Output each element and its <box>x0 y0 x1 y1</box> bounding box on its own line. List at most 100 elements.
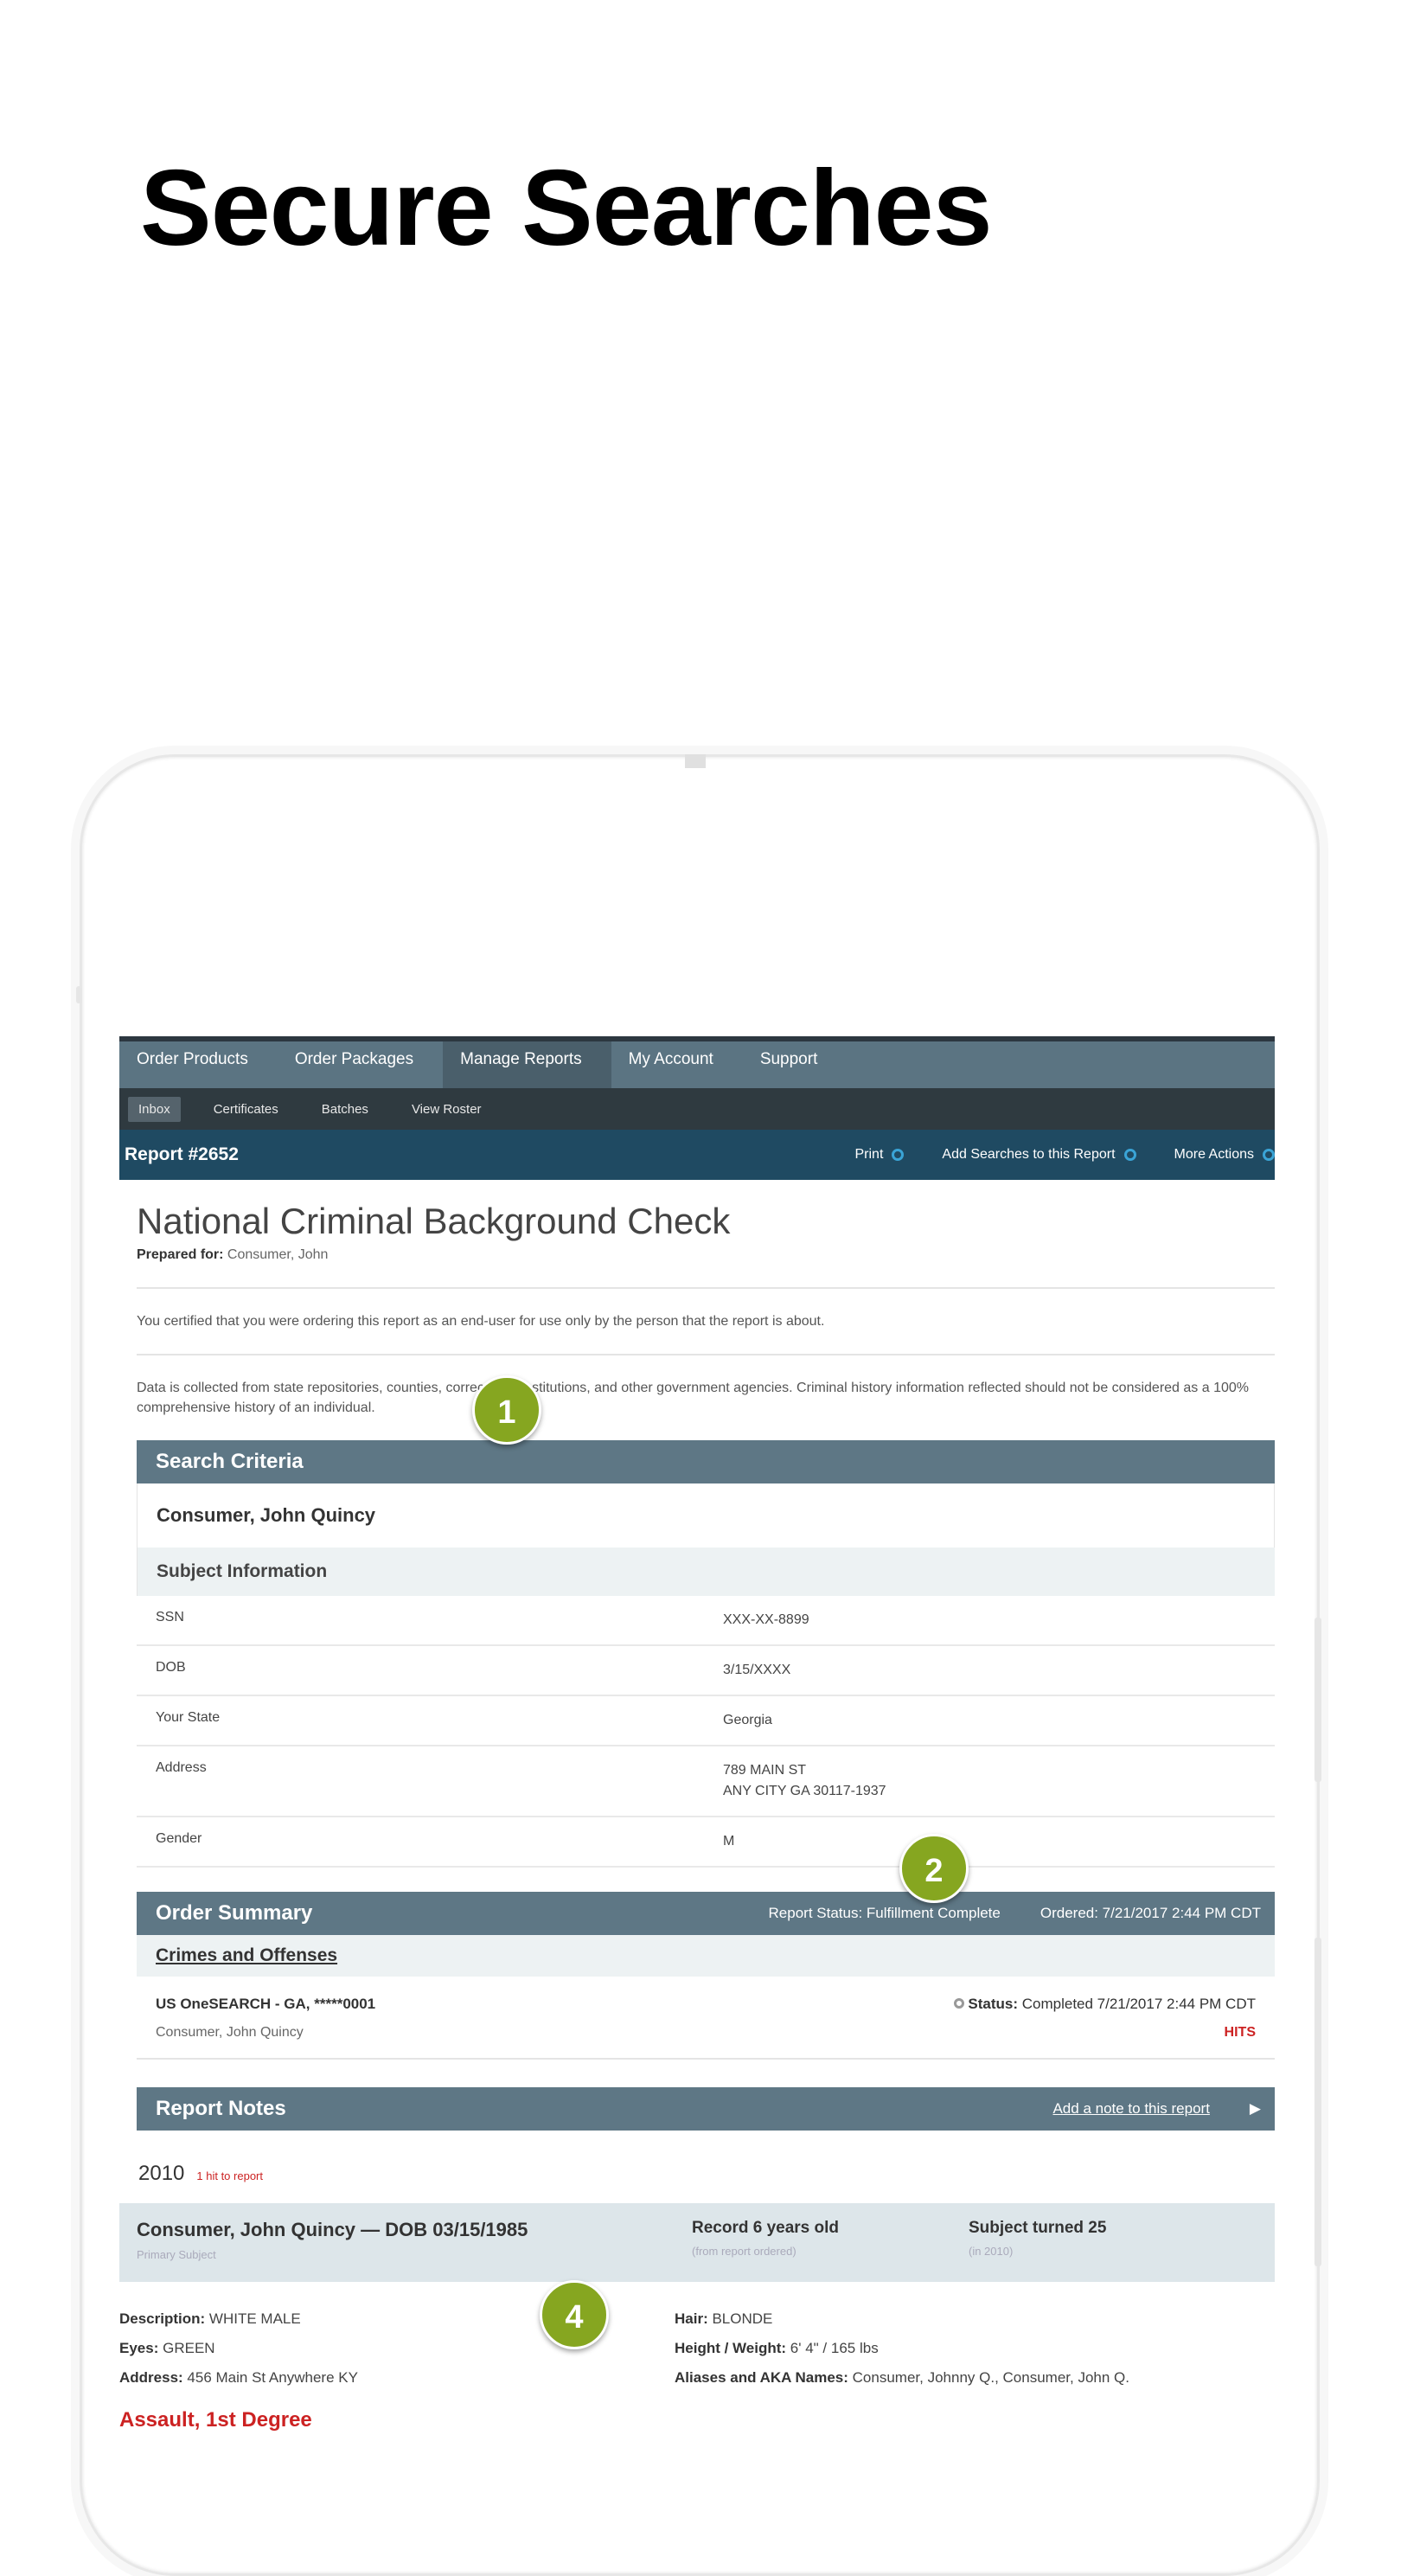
info-label: Your State <box>156 1710 221 1725</box>
data-note: Data is collected from state repositorie… <box>137 1381 1249 1415</box>
report-heading: National Criminal Background Check <box>137 1201 731 1241</box>
subtab-certificates[interactable]: Certificates <box>203 1097 289 1122</box>
record-turned: Subject turned 25 (in 2010) <box>969 2219 1245 2261</box>
info-label: DOB <box>156 1660 186 1675</box>
add-searches-button[interactable]: Add Searches to this Report <box>942 1147 1136 1163</box>
record-title: Consumer, John Quincy — DOB 03/15/1985 <box>137 2219 528 2240</box>
prepared-value: Consumer, John <box>227 1247 329 1262</box>
search-criteria-header: Search Criteria <box>137 1440 1275 1483</box>
order-row-sub: Consumer, John Quincy HITS <box>137 2022 1275 2060</box>
detail-value: BLONDE <box>712 2310 773 2327</box>
detail-label: Height / Weight: <box>675 2340 787 2356</box>
report-status: Report Status: Fulfillment Complete <box>768 1905 1001 1921</box>
record-subtitle: Primary Subject <box>137 2248 216 2261</box>
sub-nav: Inbox Certificates Batches View Roster <box>119 1088 1275 1130</box>
subtab-inbox[interactable]: Inbox <box>128 1096 181 1122</box>
print-button[interactable]: Print <box>855 1147 905 1163</box>
detail-address: Address: 456 Main St Anywhere KY <box>119 2363 675 2393</box>
info-row: Gender M <box>137 1817 1275 1868</box>
print-icon <box>892 1149 905 1161</box>
order-summary-title: Order Summary <box>156 1901 313 1925</box>
subtab-batches[interactable]: Batches <box>311 1097 379 1122</box>
hits-badge[interactable]: HITS <box>1225 2025 1256 2041</box>
detail-label: Hair: <box>675 2310 708 2327</box>
top-nav: Order Products Order Packages Manage Rep… <box>119 1036 1275 1088</box>
callout-badge: 4 <box>540 2280 609 2349</box>
record-details: Description: WHITE MALE Eyes: GREEN Addr… <box>119 2282 1275 2393</box>
info-value: M <box>723 1834 735 1849</box>
info-row: Address 789 MAIN ST ANY CITY GA 30117-193… <box>137 1746 1275 1817</box>
status-value: Completed 7/21/2017 2:44 PM CDT <box>1021 1996 1256 2012</box>
report-actions: Print Add Searches to this Report More A… <box>855 1147 1275 1163</box>
info-label: Address <box>156 1760 207 1775</box>
detail-label: Eyes: <box>119 2340 159 2356</box>
record-age-title: Record 6 years old <box>692 2219 840 2237</box>
order-row: US OneSEARCH - GA, *****0001 Status: Com… <box>137 1977 1275 2022</box>
info-row: Your State Georgia <box>137 1696 1275 1746</box>
phone-side-button <box>1315 1618 1321 1782</box>
subject-info-header: Subject Information <box>137 1548 1275 1596</box>
more-actions-button[interactable]: More Actions <box>1174 1147 1275 1163</box>
info-value: 3/15/XXXX <box>723 1663 791 1677</box>
prepared-label: Prepared for: <box>137 1247 224 1262</box>
add-searches-label: Add Searches to this Report <box>942 1147 1116 1162</box>
detail-label: Aliases and AKA Names: <box>675 2369 848 2386</box>
record-subject: Consumer, John Quincy — DOB 03/15/1985 Pr… <box>137 2219 692 2261</box>
callout-badge: 2 <box>899 1834 969 1903</box>
phone-side-button <box>1315 1938 1321 2266</box>
record-age: Record 6 years old (from report ordered) <box>692 2219 969 2261</box>
crimes-link[interactable]: Crimes and Offenses <box>156 1945 337 1965</box>
record-turned-title: Subject turned 25 <box>969 2219 1107 2237</box>
subtab-view-roster[interactable]: View Roster <box>401 1097 492 1122</box>
ordered-date: Ordered: 7/21/2017 2:44 PM CDT <box>1040 1905 1261 1921</box>
detail-value: GREEN <box>163 2340 215 2356</box>
search-status: Status: Completed 7/21/2017 2:44 PM CDT <box>953 1996 1256 2013</box>
info-label: Gender <box>156 1831 202 1846</box>
year-hits: 1 hit to report <box>196 2169 263 2182</box>
detail-aliases: Aliases and AKA Names: Consumer, Johnny … <box>675 2363 1263 2393</box>
detail-height-weight: Height / Weight: 6' 4" / 165 lbs <box>675 2334 1263 2363</box>
tab-support[interactable]: Support <box>743 1041 848 1088</box>
search-name: US OneSEARCH - GA, *****0001 <box>156 1996 376 2012</box>
plus-circle-icon <box>1123 1149 1136 1161</box>
report-notes-header: Report Notes Add a note to this report ▶ <box>137 2087 1275 2131</box>
chevron-right-icon: ▶ <box>1249 2100 1261 2117</box>
status-icon <box>953 1998 964 2009</box>
certification-note: You certified that you were ordering thi… <box>137 1289 1275 1355</box>
print-label: Print <box>854 1147 884 1162</box>
add-note-link[interactable]: Add a note to this report <box>1052 2087 1209 2131</box>
detail-value: Consumer, Johnny Q., Consumer, John Q. <box>852 2369 1129 2386</box>
year-label: 2010 <box>138 2162 185 2185</box>
offense-title[interactable]: Assault, 1st Degree <box>119 2393 1275 2432</box>
tab-my-account[interactable]: My Account <box>611 1041 743 1088</box>
details-right: Hair: BLONDE Height / Weight: 6' 4" / 16… <box>675 2304 1263 2393</box>
info-value: 789 MAIN ST ANY CITY GA 30117-1937 <box>723 1763 886 1798</box>
tab-order-products[interactable]: Order Products <box>119 1041 278 1088</box>
search-criteria-title: Search Criteria <box>156 1450 304 1473</box>
prepared-for: Prepared for: Consumer, John <box>137 1247 1275 1263</box>
info-row: SSN XXX-XX-8899 <box>137 1596 1275 1646</box>
year-group: 2010 1 hit to report <box>137 2131 1275 2203</box>
crimes-header: Crimes and Offenses <box>137 1935 1275 1977</box>
phone-side-button <box>76 986 81 1003</box>
record-turned-sub: (in 2010) <box>969 2245 1014 2258</box>
detail-value: WHITE MALE <box>208 2310 301 2327</box>
app-screen: Order Products Order Packages Manage Rep… <box>119 1036 1275 2507</box>
record-age-sub: (from report ordered) <box>692 2245 796 2258</box>
detail-value: 456 Main St Anywhere KY <box>187 2369 358 2386</box>
tab-manage-reports[interactable]: Manage Reports <box>443 1041 611 1088</box>
tab-order-packages[interactable]: Order Packages <box>278 1041 443 1088</box>
chevron-circle-icon <box>1263 1149 1275 1161</box>
order-subject: Consumer, John Quincy <box>156 2025 304 2040</box>
info-value: Georgia <box>723 1713 772 1727</box>
status-label: Status: <box>968 1996 1018 2012</box>
info-row: DOB 3/15/XXXX <box>137 1646 1275 1696</box>
info-value: XXX-XX-8899 <box>723 1612 809 1627</box>
phone-notch <box>685 754 706 768</box>
detail-label: Address: <box>119 2369 183 2386</box>
report-content: National Criminal Background Check Prepa… <box>119 1201 1275 2432</box>
page-title: Secure Searches <box>140 149 993 268</box>
report-bar: Report #2652 Print Add Searches to this … <box>119 1130 1275 1180</box>
order-summary-header: Order Summary Report Status: Fulfillment… <box>137 1892 1275 1935</box>
